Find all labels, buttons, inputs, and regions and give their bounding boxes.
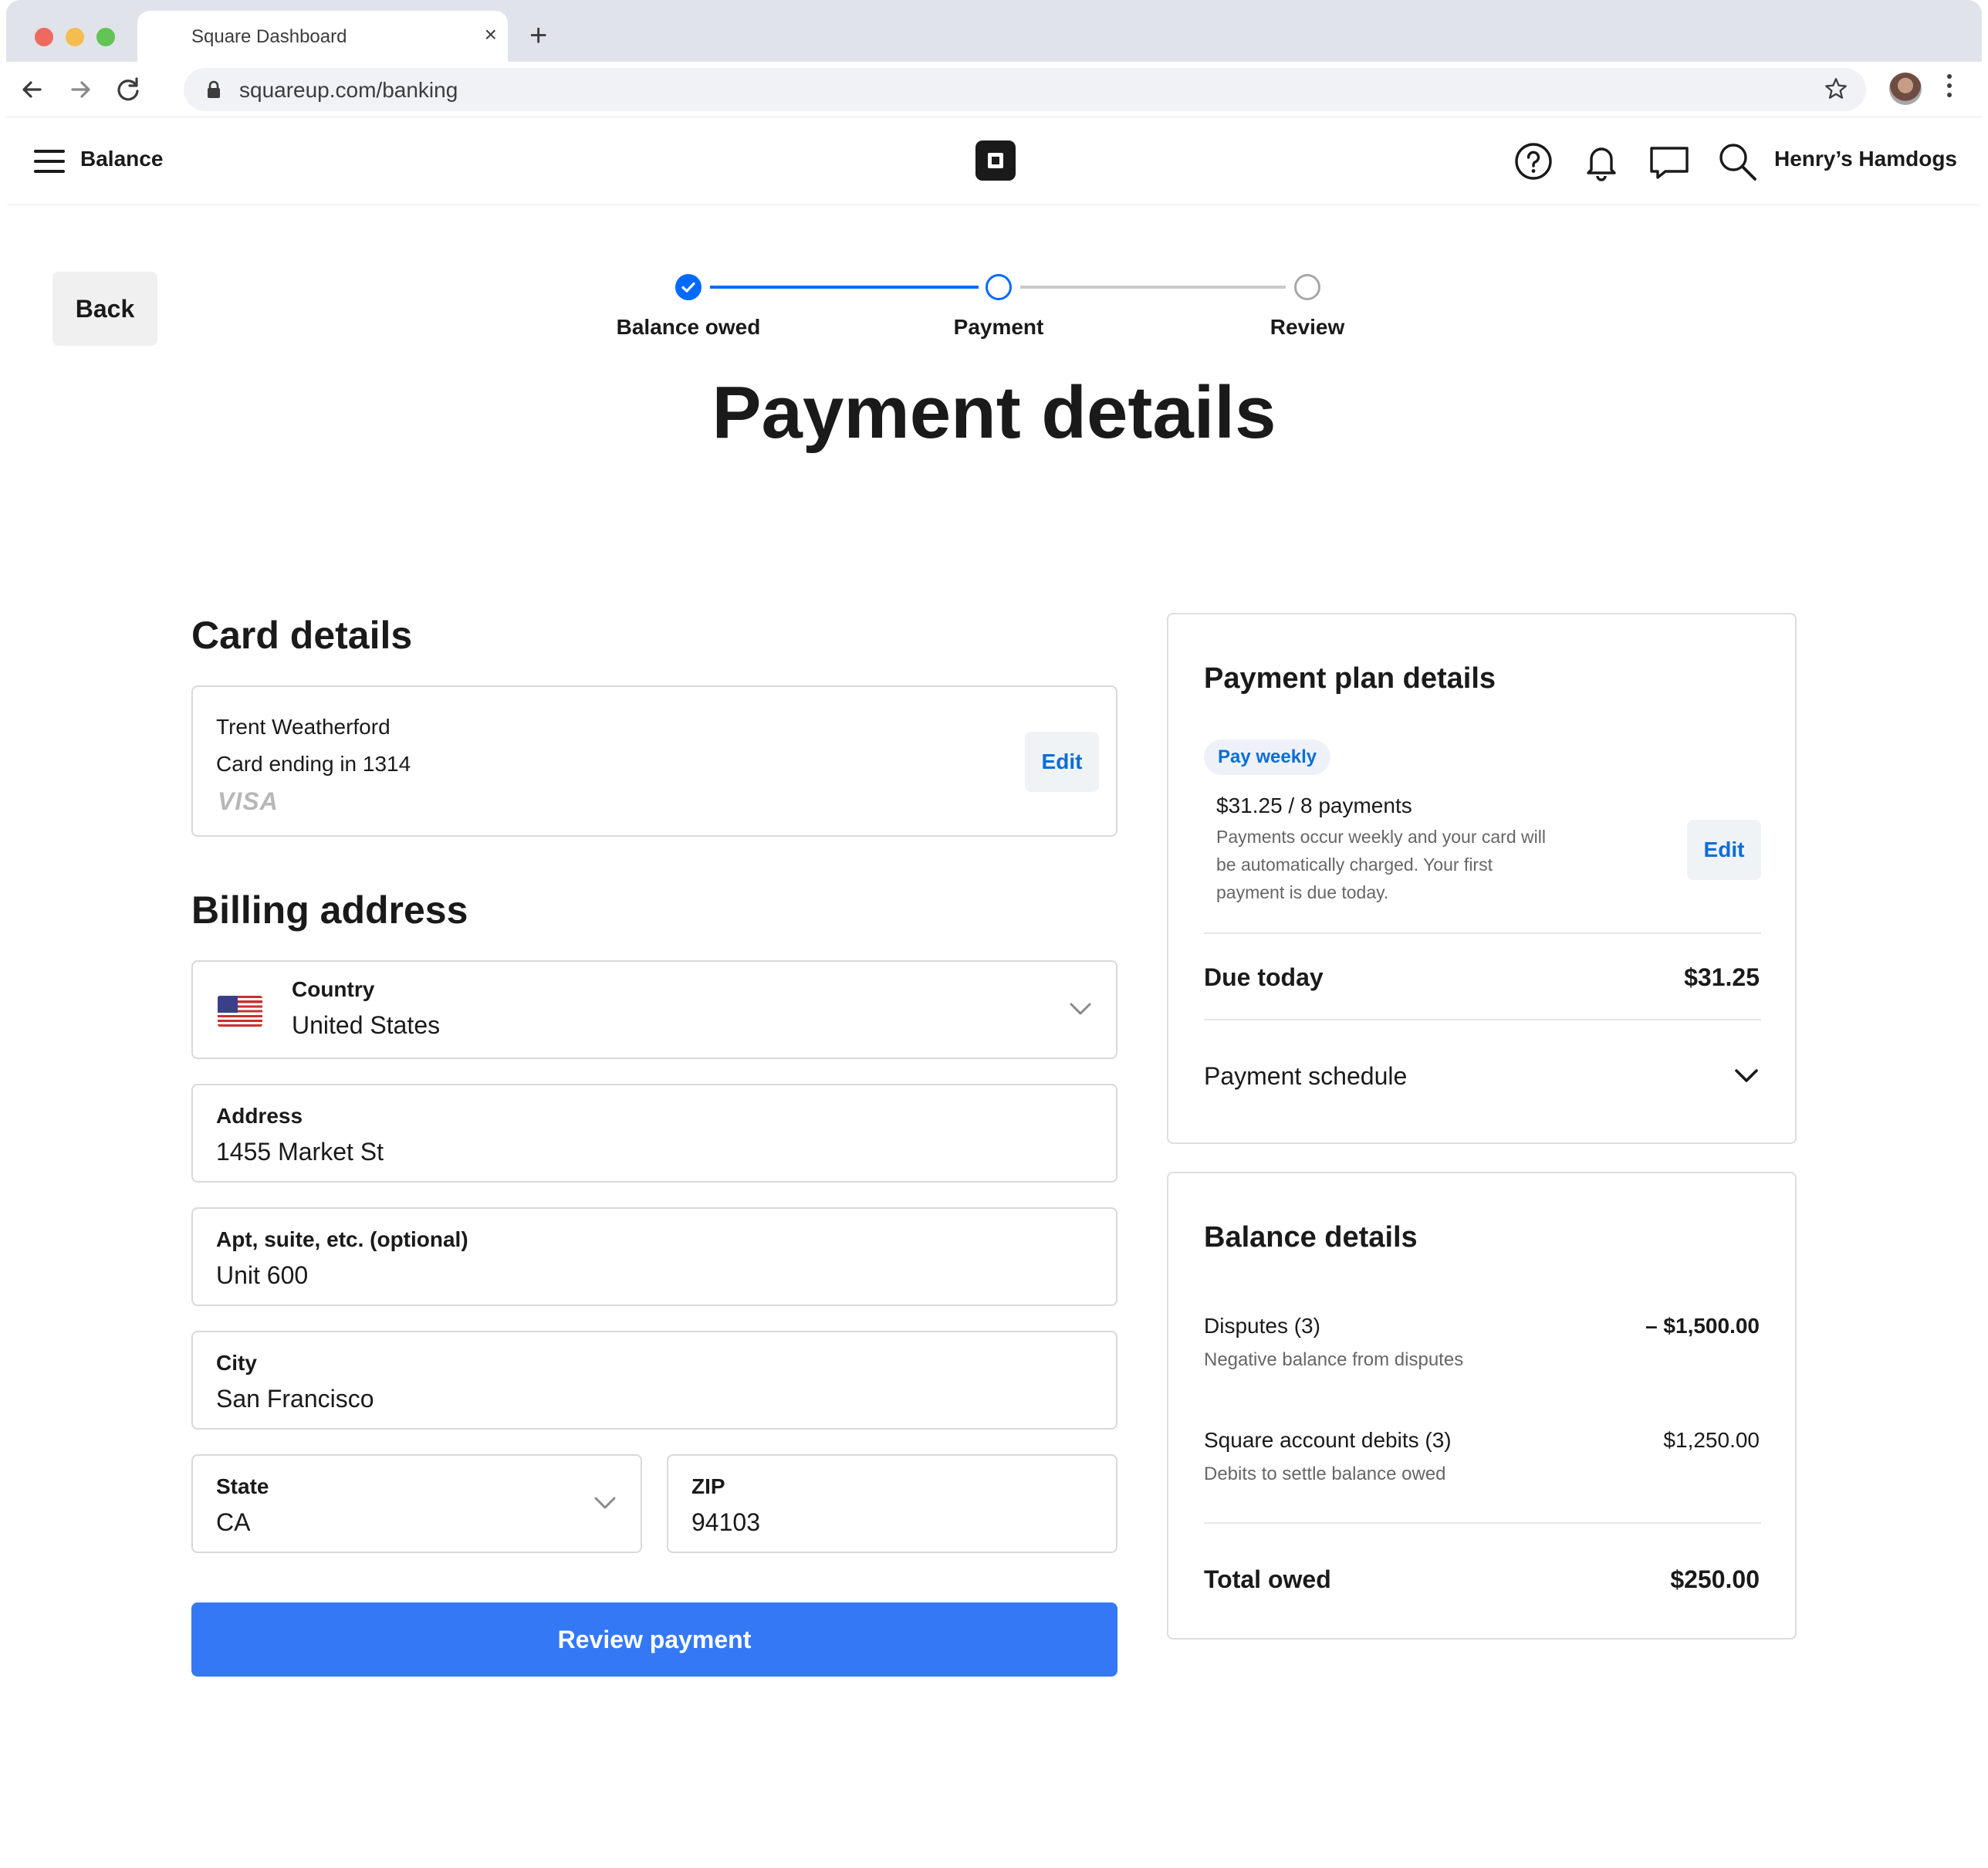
debits-subtext: Debits to settle balance owed (1204, 1464, 1446, 1484)
debits-label: Square account debits (3) (1204, 1428, 1452, 1452)
stepper-line-upcoming (1020, 286, 1286, 289)
card-details-heading: Card details (191, 614, 413, 657)
bookmark-star-icon[interactable] (1823, 76, 1849, 102)
cardholder-name: Trent Weatherford (216, 715, 390, 739)
app-header: Balance Henry’s Hamdogs (6, 117, 1982, 204)
forward-arrow-icon[interactable] (63, 73, 97, 107)
step-label-payment: Payment (953, 315, 1044, 339)
debits-value: $1,250.00 (1663, 1428, 1760, 1452)
apt-suite-value: Unit 600 (216, 1261, 309, 1289)
total-owed-label: Total owed (1204, 1565, 1331, 1593)
address-bar[interactable]: squareup.com/banking (184, 68, 1866, 111)
country-value: United States (292, 1011, 441, 1039)
minimize-window-button[interactable] (66, 28, 84, 46)
review-payment-button[interactable]: Review payment (191, 1602, 1117, 1677)
search-icon[interactable] (1716, 140, 1758, 182)
due-today-value: $31.25 (1684, 963, 1760, 991)
header-title: Balance (80, 147, 164, 171)
payment-plan-panel: Payment plan details Pay weekly $31.25 /… (1167, 613, 1797, 1144)
close-window-button[interactable] (35, 28, 53, 46)
visa-logo-icon: VISA (218, 787, 279, 815)
messages-icon[interactable] (1648, 140, 1690, 182)
edit-card-button[interactable]: Edit (1025, 732, 1099, 792)
state-value: CA (216, 1508, 251, 1536)
city-label: City (216, 1351, 257, 1375)
us-flag-icon (218, 996, 262, 1027)
stepper-line-complete (710, 286, 979, 289)
balance-details-heading: Balance details (1204, 1221, 1418, 1254)
balance-details-panel: Balance details Disputes (3) – $1,500.00… (1167, 1172, 1797, 1640)
divider (1204, 932, 1761, 934)
apt-suite-field[interactable]: Apt, suite, etc. (optional) Unit 600 (191, 1207, 1117, 1306)
disputes-value: – $1,500.00 (1645, 1314, 1760, 1338)
step-current-icon (986, 274, 1012, 300)
payment-schedule-toggle[interactable]: Payment schedule (1168, 1031, 1795, 1108)
step-label-review: Review (1270, 315, 1345, 339)
chevron-down-icon (594, 1497, 616, 1509)
help-icon[interactable] (1513, 140, 1554, 182)
square-logo-icon[interactable] (975, 140, 1016, 181)
state-label: State (216, 1474, 269, 1498)
maximize-window-button[interactable] (96, 28, 115, 46)
total-owed-value: $250.00 (1670, 1565, 1760, 1593)
country-select[interactable]: Country United States (191, 960, 1117, 1059)
lock-icon (208, 80, 220, 98)
divider (1204, 1019, 1761, 1020)
city-field[interactable]: City San Francisco (191, 1331, 1117, 1430)
chevron-down-icon (1735, 1069, 1758, 1082)
address-label: Address (216, 1104, 303, 1128)
browser-tab-strip: Square Dashboard × + (6, 0, 1982, 62)
address-value: 1455 Market St (216, 1138, 384, 1166)
merchant-name[interactable]: Henry’s Hamdogs (1774, 147, 1957, 171)
new-tab-button[interactable]: + (529, 20, 547, 51)
address-field[interactable]: Address 1455 Market St (191, 1084, 1117, 1183)
browser-tab[interactable]: Square Dashboard × (137, 11, 508, 62)
browser-menu-icon[interactable] (1947, 74, 1953, 102)
hamburger-menu-icon[interactable] (34, 150, 65, 180)
disputes-subtext: Negative balance from disputes (1204, 1349, 1464, 1370)
due-today-label: Due today (1204, 963, 1324, 991)
back-button[interactable]: Back (52, 272, 157, 346)
page-title: Payment details (712, 371, 1276, 454)
tab-title: Square Dashboard (191, 26, 347, 47)
notifications-bell-icon[interactable] (1581, 140, 1622, 182)
zip-value: 94103 (691, 1508, 760, 1536)
card-ending: Card ending in 1314 (216, 752, 411, 776)
step-label-balance-owed: Balance owed (616, 315, 761, 339)
tab-close-icon[interactable]: × (485, 23, 497, 46)
profile-avatar[interactable] (1889, 73, 1922, 105)
edit-plan-button[interactable]: Edit (1687, 820, 1761, 880)
url-text: squareup.com/banking (239, 78, 458, 102)
country-label: Country (292, 977, 375, 1001)
state-select[interactable]: State CA (191, 1454, 642, 1553)
browser-toolbar: squareup.com/banking (6, 62, 1982, 117)
reload-icon[interactable] (111, 73, 145, 107)
apt-suite-label: Apt, suite, etc. (optional) (216, 1227, 468, 1251)
divider (1204, 1522, 1761, 1524)
step-complete-check-icon (675, 274, 702, 300)
pay-weekly-badge: Pay weekly (1204, 739, 1331, 775)
billing-address-heading: Billing address (191, 888, 468, 932)
plan-description: Payments occur weekly and your card will… (1216, 827, 1546, 902)
payment-plan-heading: Payment plan details (1204, 662, 1496, 695)
zip-label: ZIP (691, 1474, 725, 1498)
card-on-file: Trent Weatherford Card ending in 1314 VI… (191, 685, 1117, 837)
city-value: San Francisco (216, 1385, 374, 1413)
plan-amount: $31.25 / 8 payments (1216, 794, 1412, 817)
zip-field[interactable]: ZIP 94103 (667, 1454, 1117, 1553)
payment-schedule-label: Payment schedule (1204, 1062, 1408, 1090)
back-arrow-icon[interactable] (15, 73, 49, 107)
chevron-down-icon (1070, 1003, 1091, 1015)
step-upcoming-icon (1294, 274, 1320, 300)
disputes-label: Disputes (3) (1204, 1314, 1320, 1338)
